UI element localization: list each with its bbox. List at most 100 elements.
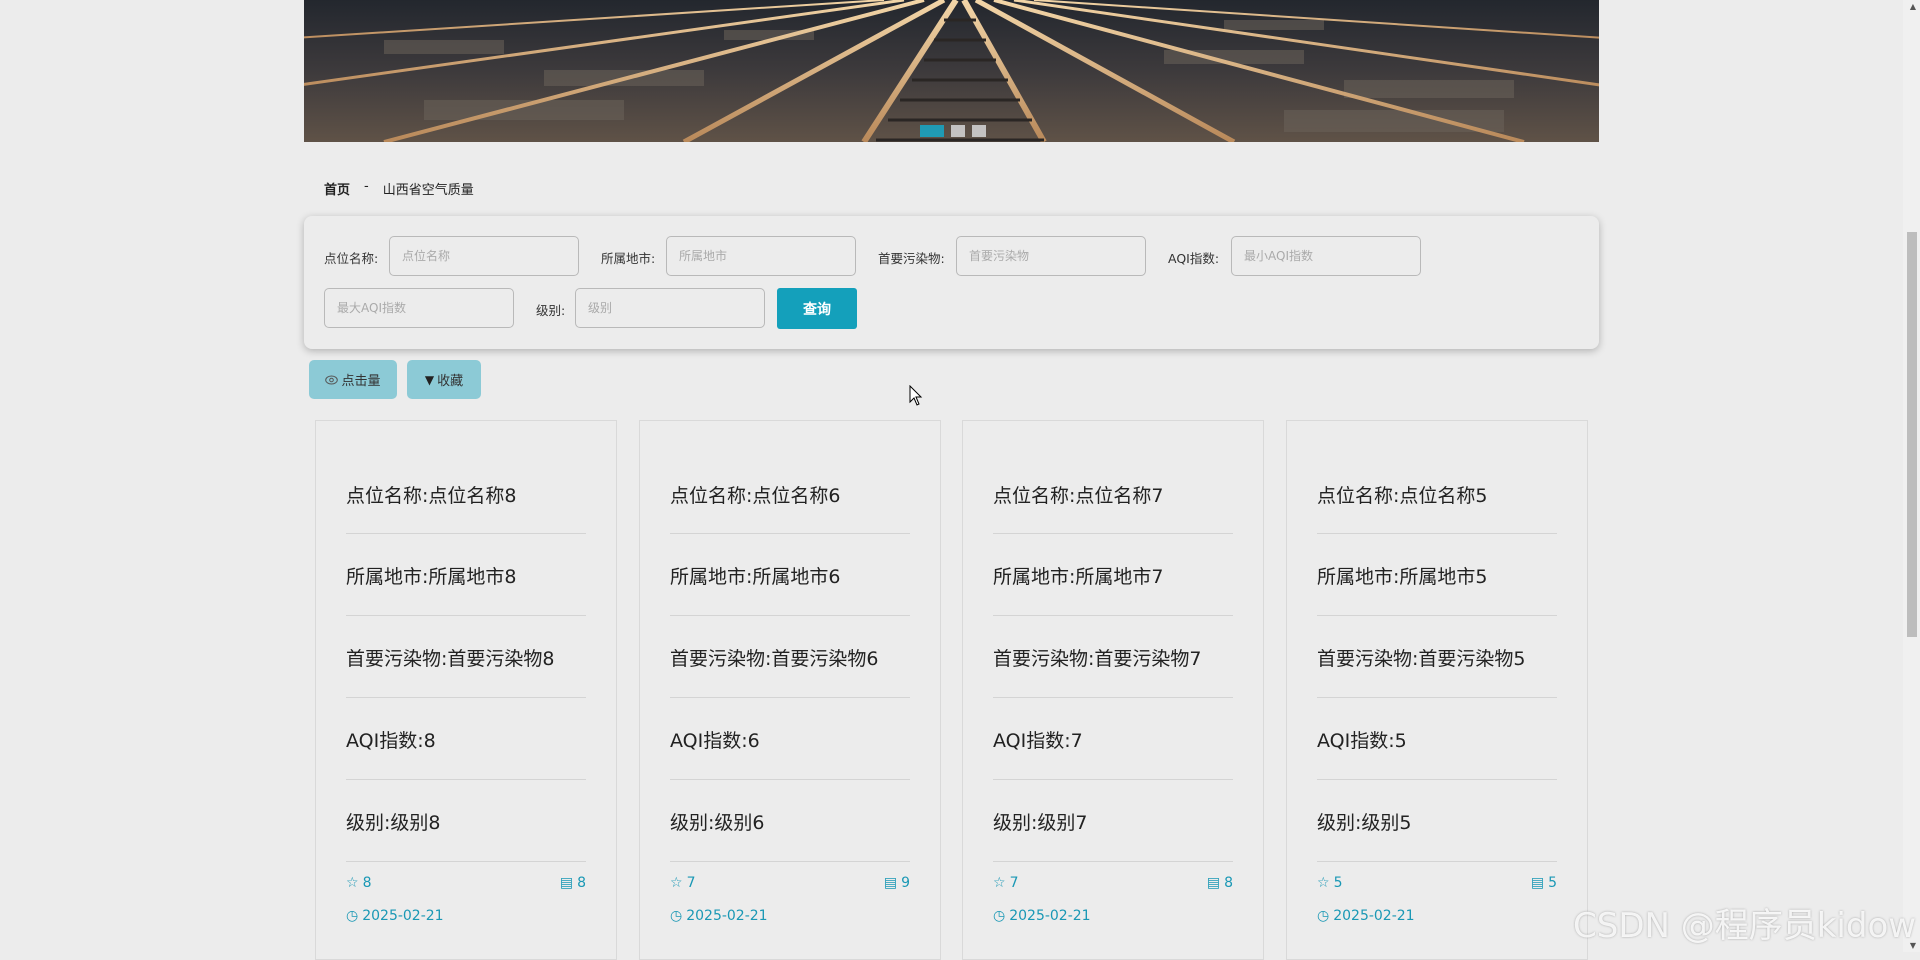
card-aqi-row: AQI指数:5: [1317, 698, 1557, 780]
carousel-dot-1[interactable]: [920, 125, 944, 137]
card-comments-count: 5: [1548, 875, 1557, 891]
clock-icon: ◷: [670, 908, 683, 924]
card-favorites: ☆ 8: [346, 875, 371, 891]
card-date-text: 2025-02-21: [686, 908, 768, 924]
card-level-row: 级别:级别5: [1317, 780, 1557, 862]
card-date: ◷ 2025-02-21: [993, 908, 1091, 924]
clock-icon: ◷: [346, 908, 359, 924]
card-comments-count: 8: [577, 875, 586, 891]
card-level: 级别:级别6: [670, 812, 765, 834]
site-name-label: 点位名称:: [324, 251, 379, 266]
card-city-row: 所属地市:所属地市6: [670, 534, 910, 616]
banner-carousel[interactable]: [304, 0, 1599, 142]
sort-by-favorites-label: 收藏: [437, 374, 464, 389]
card-city-row: 所属地市:所属地市8: [346, 534, 586, 616]
carousel-dot-2[interactable]: [951, 125, 965, 137]
card-favorites: ☆ 5: [1317, 875, 1342, 891]
card-name-row: 点位名称:点位名称7: [993, 421, 1233, 534]
card-name: 点位名称:点位名称7: [993, 485, 1164, 507]
search-panel: 点位名称: 所属地市: 首要污染物: AQI指数: 级别: 查询: [304, 216, 1599, 349]
sort-by-favorites-button[interactable]: ▼ 收藏: [407, 360, 481, 399]
card-comments: ▤ 9: [884, 875, 910, 891]
card-aqi-row: AQI指数:7: [993, 698, 1233, 780]
city-input[interactable]: [666, 236, 856, 276]
pollutant-label: 首要污染物:: [878, 251, 945, 266]
card-level-row: 级别:级别6: [670, 780, 910, 862]
breadcrumb-current: 山西省空气质量: [382, 183, 474, 198]
card-aqi-row: AQI指数:6: [670, 698, 910, 780]
card-date-text: 2025-02-21: [1333, 908, 1415, 924]
card-favorites: ☆ 7: [993, 875, 1018, 891]
card-pollutant: 首要污染物:首要污染物5: [1317, 648, 1526, 670]
card-city: 所属地市:所属地市5: [1317, 566, 1488, 588]
card-pollutant-row: 首要污染物:首要污染物6: [670, 616, 910, 698]
card-city-row: 所属地市:所属地市5: [1317, 534, 1557, 616]
carousel-dot-3[interactable]: [972, 125, 986, 137]
star-icon: ☆: [1317, 875, 1330, 891]
page-scrollbar[interactable]: ▲ ▼: [1903, 0, 1920, 952]
railway-image: [304, 0, 1599, 142]
breadcrumb: 首页 - 山西省空气质量: [324, 179, 474, 198]
card-name: 点位名称:点位名称8: [346, 485, 517, 507]
card-aqi: AQI指数:8: [346, 730, 436, 752]
level-input[interactable]: [575, 288, 765, 328]
card-city: 所属地市:所属地市8: [346, 566, 517, 588]
card-level: 级别:级别7: [993, 812, 1088, 834]
card-aqi-row: AQI指数:8: [346, 698, 586, 780]
triangle-down-icon: ▼: [424, 372, 435, 387]
site-card[interactable]: 点位名称:点位名称7 所属地市:所属地市7 首要污染物:首要污染物7 AQI指数…: [962, 420, 1264, 960]
scrollbar-thumb[interactable]: [1907, 232, 1917, 637]
card-level: 级别:级别8: [346, 812, 441, 834]
breadcrumb-separator: -: [364, 179, 369, 194]
card-name: 点位名称:点位名称6: [670, 485, 841, 507]
card-favorites-count: 5: [1333, 875, 1343, 891]
card-pollutant: 首要污染物:首要污染物6: [670, 648, 879, 670]
site-card[interactable]: 点位名称:点位名称8 所属地市:所属地市8 首要污染物:首要污染物8 AQI指数…: [315, 420, 617, 960]
card-favorites-count: 7: [1009, 875, 1019, 891]
card-level-row: 级别:级别8: [346, 780, 586, 862]
site-card[interactable]: 点位名称:点位名称6 所属地市:所属地市6 首要污染物:首要污染物6 AQI指数…: [639, 420, 941, 960]
breadcrumb-home[interactable]: 首页: [324, 179, 350, 198]
card-pollutant-row: 首要污染物:首要污染物5: [1317, 616, 1557, 698]
clock-icon: ◷: [1317, 908, 1330, 924]
sort-by-clicks-button[interactable]: 点击量: [309, 360, 397, 399]
card-aqi: AQI指数:7: [993, 730, 1083, 752]
comment-icon: ▤: [1206, 875, 1221, 891]
card-city-row: 所属地市:所属地市7: [993, 534, 1233, 616]
card-favorites-count: 7: [686, 875, 696, 891]
card-name-row: 点位名称:点位名称6: [670, 421, 910, 534]
star-icon: ☆: [670, 875, 683, 891]
clock-icon: ◷: [993, 908, 1006, 924]
aqi-label: AQI指数:: [1168, 251, 1220, 266]
site-name-input[interactable]: [389, 236, 579, 276]
card-pollutant-row: 首要污染物:首要污染物8: [346, 616, 586, 698]
card-name: 点位名称:点位名称5: [1317, 485, 1488, 507]
card-date: ◷ 2025-02-21: [346, 908, 444, 924]
card-comments: ▤ 8: [560, 875, 586, 891]
min-aqi-input[interactable]: [1231, 236, 1421, 276]
card-comments: ▤ 8: [1207, 875, 1233, 891]
star-icon: ☆: [346, 875, 359, 891]
card-level: 级别:级别5: [1317, 812, 1412, 834]
max-aqi-input[interactable]: [324, 288, 514, 328]
card-aqi: AQI指数:5: [1317, 730, 1407, 752]
card-comments: ▤ 5: [1531, 875, 1557, 891]
card-pollutant-row: 首要污染物:首要污染物7: [993, 616, 1233, 698]
eye-icon: [325, 375, 339, 384]
card-comments-count: 8: [1224, 875, 1233, 891]
card-comments-count: 9: [901, 875, 910, 891]
card-favorites-count: 8: [362, 875, 372, 891]
site-card[interactable]: 点位名称:点位名称5 所属地市:所属地市5 首要污染物:首要污染物5 AQI指数…: [1286, 420, 1588, 960]
card-name-row: 点位名称:点位名称8: [346, 421, 586, 534]
scroll-up-arrow-icon[interactable]: ▲: [1910, 2, 1916, 11]
card-aqi: AQI指数:6: [670, 730, 760, 752]
card-favorites: ☆ 7: [670, 875, 695, 891]
card-date-text: 2025-02-21: [362, 908, 444, 924]
card-city: 所属地市:所属地市7: [993, 566, 1164, 588]
carousel-indicators: [920, 125, 986, 137]
card-date: ◷ 2025-02-21: [670, 908, 768, 924]
comment-icon: ▤: [559, 875, 574, 891]
pollutant-input[interactable]: [956, 236, 1146, 276]
card-pollutant: 首要污染物:首要污染物8: [346, 648, 555, 670]
query-button[interactable]: 查询: [777, 288, 857, 329]
